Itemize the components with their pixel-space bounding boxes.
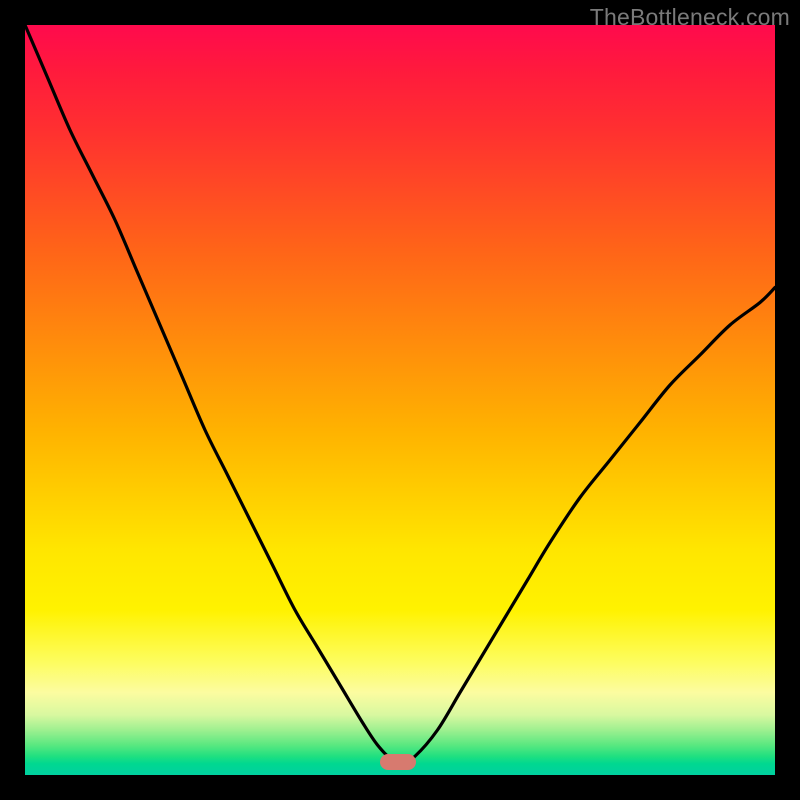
bottleneck-marker: [380, 754, 416, 770]
bottleneck-curve: [25, 25, 775, 762]
curve-svg: [25, 25, 775, 775]
chart-stage: TheBottleneck.com: [0, 0, 800, 800]
plot-area: [25, 25, 775, 775]
